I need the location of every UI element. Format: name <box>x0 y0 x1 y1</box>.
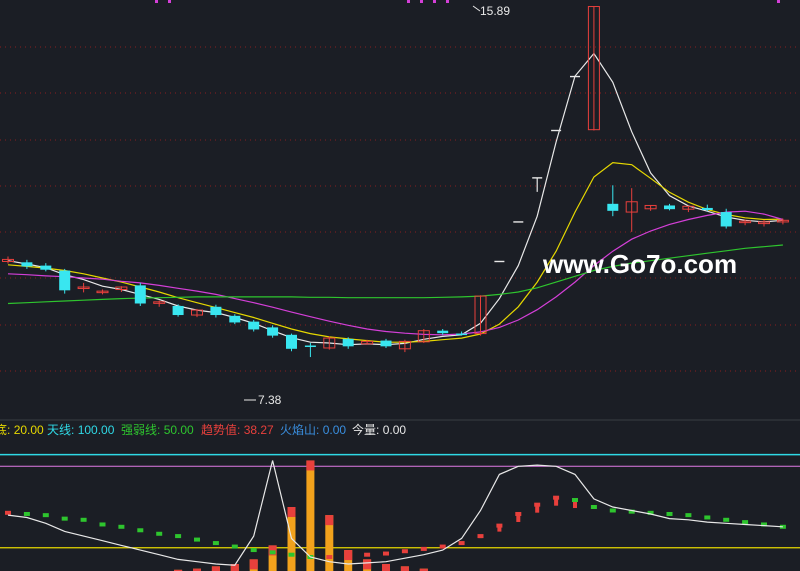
trend-dot <box>609 508 616 513</box>
svg-text:强弱线: 50.00: 强弱线: 50.00 <box>121 423 194 437</box>
legend-fire-label: 火焰山 <box>280 422 316 437</box>
trend-dot <box>42 513 49 518</box>
candle-body-down <box>172 305 184 316</box>
trend-dot <box>723 517 730 522</box>
legend-strong-label: 强弱线 <box>121 423 157 437</box>
svg-text:今量: 0.00: 今量: 0.00 <box>352 422 406 437</box>
fire-bar-tip <box>325 515 334 526</box>
candle-body-down <box>456 333 468 336</box>
candle-body-down <box>59 270 71 291</box>
legend-fire-value: 0.00 <box>323 423 347 437</box>
candle-body-down <box>720 212 732 227</box>
top-marker <box>777 0 780 3</box>
top-marker <box>155 0 158 3</box>
legend-volume-label: 今量 <box>352 422 376 437</box>
trend-dot <box>269 550 276 555</box>
trend-dot <box>99 522 106 527</box>
trend-dot <box>458 541 465 546</box>
trend-dot <box>288 552 295 557</box>
low-price-label: 7.38 <box>258 393 282 407</box>
trend-dot <box>401 549 408 554</box>
trend-dot <box>5 510 11 515</box>
trend-dot <box>250 548 257 553</box>
candle-body-down <box>229 315 241 323</box>
legend-trend-value: 38.27 <box>244 423 274 437</box>
watermark: www.Go7o.com <box>542 249 737 279</box>
legend-trend-label: 趋势值 <box>201 422 237 437</box>
trend-dot <box>61 516 68 521</box>
fire-bar-tip <box>306 460 315 471</box>
candle-body-down <box>380 340 392 347</box>
fire-bar-tip <box>287 507 296 517</box>
trend-dot <box>231 544 238 549</box>
candle-body-down <box>286 334 297 349</box>
trend-dot <box>666 511 673 516</box>
trend-dot <box>364 552 371 557</box>
trend-dot <box>572 498 578 503</box>
candle-body-down <box>267 327 279 336</box>
trend-dot <box>194 537 200 542</box>
trend-dot <box>420 546 427 551</box>
legend-bottom-label: 底 <box>0 422 7 437</box>
candle-body-down <box>701 207 713 210</box>
trend-dot <box>118 524 125 529</box>
candle-body-down <box>248 321 260 330</box>
top-marker <box>433 0 436 3</box>
fire-bar-tip <box>400 566 409 571</box>
trend-dot <box>515 511 522 516</box>
trend-dot <box>742 520 749 525</box>
svg-text:趋势值: 38.27: 趋势值: 38.27 <box>201 422 274 437</box>
trend-dot <box>326 555 333 560</box>
trend-dot <box>156 531 163 536</box>
trend-dot <box>23 511 30 516</box>
fire-bar-tip <box>382 564 390 571</box>
legend-top-value: 100.00 <box>78 423 115 437</box>
fire-bar-tip <box>363 559 372 570</box>
top-marker <box>407 0 410 3</box>
trend-dot <box>345 553 352 558</box>
candle-body-down <box>134 285 146 304</box>
legend-bottom-value: 20.00 <box>14 423 44 437</box>
chart-canvas: 15.89 7.38 www.Go7o.com 底: 20.00 天线: 100… <box>0 0 800 571</box>
trend-dot <box>383 551 389 556</box>
trend-dot <box>496 523 503 528</box>
trend-dot <box>137 528 144 533</box>
fire-bar-tip <box>211 566 220 571</box>
trend-dot <box>553 495 560 500</box>
top-marker <box>168 0 171 3</box>
trend-dot <box>590 505 597 509</box>
top-marker <box>420 0 423 3</box>
candle-body-down <box>304 345 316 348</box>
trend-dot <box>534 502 541 507</box>
trend-dot <box>80 517 87 522</box>
candle-body-down <box>607 203 619 211</box>
high-price-label: 15.89 <box>480 4 510 18</box>
trend-dot <box>704 515 711 520</box>
svg-text:底: 20.00: 底: 20.00 <box>0 422 44 437</box>
trend-dot <box>685 513 692 518</box>
candle-body-down <box>342 338 354 347</box>
svg-text:火焰山: 0.00: 火焰山: 0.00 <box>280 422 346 437</box>
top-marker <box>446 0 449 3</box>
candle-body-down <box>40 265 52 270</box>
legend-strong-value: 50.00 <box>164 423 194 437</box>
trend-dot <box>175 534 182 539</box>
indicator-legend: 底: 20.00 天线: 100.00 强弱线: 50.00 趋势值: 38.2… <box>0 422 406 437</box>
candle-body-down <box>21 262 33 267</box>
chart-background <box>0 0 800 571</box>
fire-bar-tip <box>249 559 258 570</box>
legend-volume-value: 0.00 <box>383 423 407 437</box>
candle-body-down <box>210 306 222 316</box>
candle-body-down <box>664 205 675 210</box>
trend-dot <box>477 534 484 539</box>
trend-dot <box>439 544 446 549</box>
legend-top-label: 天线 <box>47 423 71 437</box>
candle-body-down <box>437 330 449 334</box>
svg-text:天线: 100.00: 天线: 100.00 <box>47 423 115 437</box>
trend-dot <box>212 541 219 546</box>
